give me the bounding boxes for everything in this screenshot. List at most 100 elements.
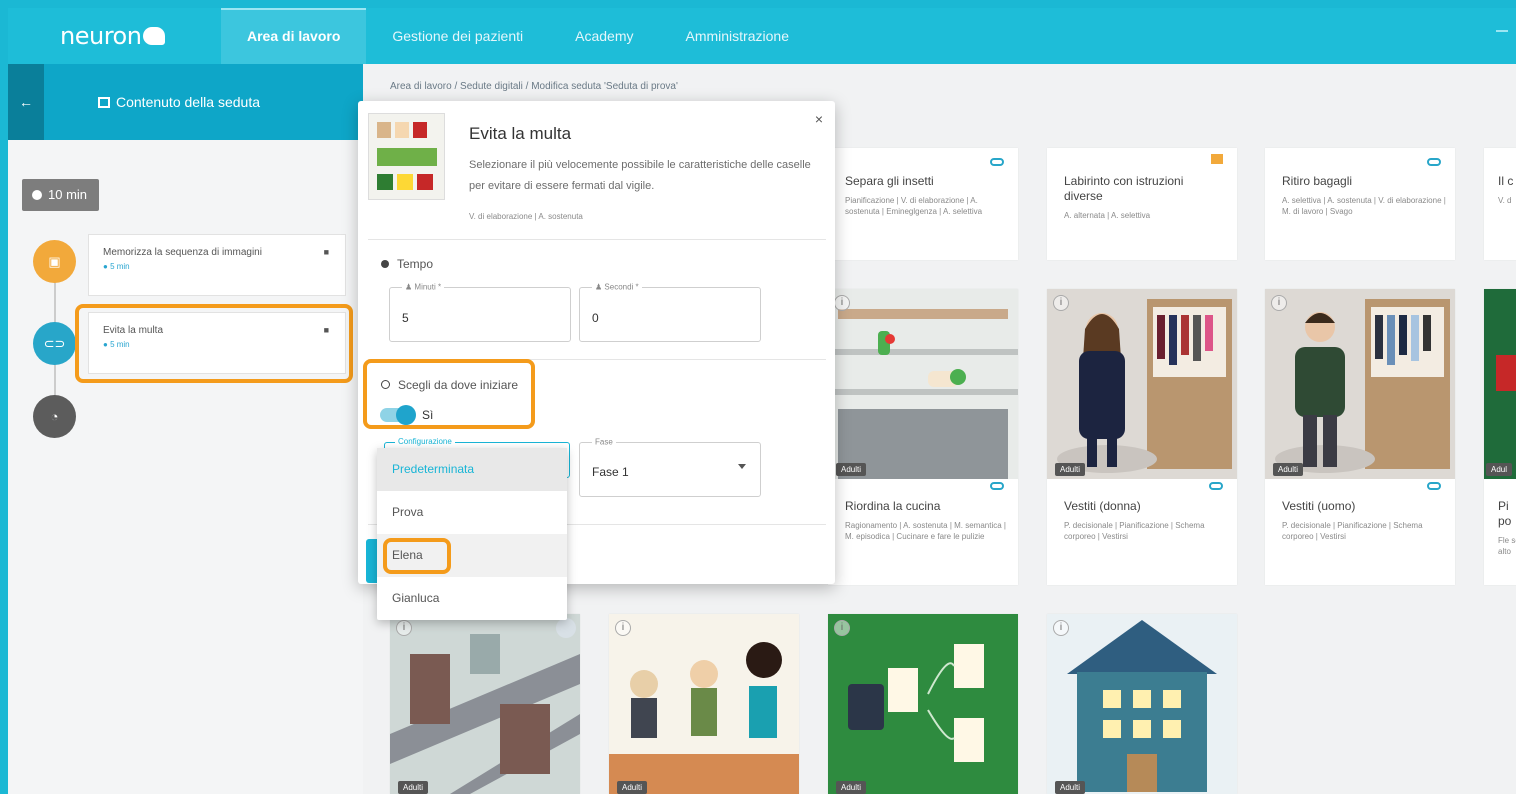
grid-icon <box>98 97 110 108</box>
info-icon[interactable]: i <box>834 295 850 311</box>
minutes-field[interactable]: ♟ Minuti * 5 <box>389 282 571 342</box>
exercise-tile[interactable]: Adul Pi po Fle sel alto <box>1484 289 1516 585</box>
gamepad-icon <box>990 482 1004 490</box>
option-prova[interactable]: Prova <box>377 491 567 534</box>
wardrobe-man-image <box>1265 289 1455 479</box>
age-badge: Adulti <box>1273 463 1304 476</box>
sidebar-header: ← Contenuto della seduta <box>8 64 363 140</box>
exercise-tags: V. d <box>1498 196 1512 205</box>
exercise-tile[interactable]: i Adulti <box>1047 614 1237 794</box>
modal-title: Evita la multa <box>469 124 572 143</box>
minutes-label-text: Minuti * <box>414 282 442 292</box>
phase-select[interactable]: Fase Fase 1 <box>579 437 761 497</box>
add-clock-icon[interactable]: ◔ <box>33 395 76 438</box>
nav-academy[interactable]: Academy <box>549 8 659 64</box>
highlight-selected-activity <box>75 304 353 383</box>
user-menu-icon[interactable] <box>1496 30 1508 32</box>
divider <box>368 239 826 240</box>
option-gianluca[interactable]: Gianluca <box>377 577 567 620</box>
exercise-tile[interactable]: i Adulti Riordina la cucina Ragionamento… <box>828 289 1018 585</box>
seconds-field[interactable]: ♟ Secondi * 0 <box>579 282 761 342</box>
activity-title: Memorizza la sequenza di immagini <box>103 247 262 258</box>
gamepad-icon: ⊂⊃ <box>33 322 76 365</box>
kitchen-image <box>828 289 1018 479</box>
exercise-tags: A. selettiva | A. sostenuta | V. di elab… <box>1282 196 1446 216</box>
activity-card[interactable]: Memorizza la sequenza di immagini ● 5 mi… <box>88 234 346 296</box>
modal-tags: V. di elaborazione | A. sostenuta <box>469 212 583 221</box>
clock-icon <box>32 190 42 200</box>
house-image <box>1047 614 1237 794</box>
highlight-elena-option <box>383 538 451 574</box>
calendar-icon: ▣ <box>33 240 76 283</box>
age-badge: Adul <box>1486 463 1513 476</box>
gamepad-icon <box>1427 158 1441 166</box>
activity-duration: ● 5 min <box>103 262 130 271</box>
cards-image <box>1484 289 1516 479</box>
nav-amministrazione[interactable]: Amministrazione <box>660 8 815 64</box>
exercise-tile[interactable]: Labirinto con istruzioni diverse A. alte… <box>1047 148 1237 260</box>
age-badge: Adulti <box>836 463 867 476</box>
info-icon[interactable]: i <box>396 620 412 636</box>
gamepad-icon <box>1209 482 1223 490</box>
close-icon[interactable]: × <box>815 111 823 127</box>
exercise-tags: Pianificazione | V. di elaborazione | A.… <box>845 196 983 216</box>
session-duration-badge: 10 min <box>22 179 99 211</box>
clock-icon <box>381 260 389 268</box>
seconds-value[interactable]: 0 <box>592 311 599 325</box>
exercise-tile[interactable]: Ritiro bagagli A. selettiva | A. sostenu… <box>1265 148 1455 260</box>
phase-label: Fase <box>592 437 616 447</box>
seconds-label: ♟ Secondi * <box>592 282 642 292</box>
wardrobe-woman-image <box>1047 289 1237 479</box>
info-icon[interactable]: i <box>1271 295 1287 311</box>
option-predeterminata[interactable]: Predeterminata <box>377 448 567 491</box>
age-badge: Adulti <box>398 781 429 794</box>
top-navbar: neuron Area di lavoro Gestione dei pazie… <box>8 8 1516 64</box>
exercise-title: Ritiro bagagli <box>1282 174 1353 188</box>
session-sidebar: ← Contenuto della seduta 10 min ▣ ⊂⊃ ◔ M… <box>8 64 363 794</box>
chevron-down-icon <box>738 464 746 469</box>
back-arrow-icon[interactable]: ← <box>8 64 44 140</box>
exercise-title: Vestiti (uomo) <box>1282 499 1356 513</box>
time-section-text: Tempo <box>397 257 434 271</box>
logo-text: neuron <box>60 22 142 50</box>
info-icon[interactable]: i <box>1053 620 1069 636</box>
exercise-tags: Ragionamento | A. sostenuta | M. semanti… <box>845 521 1006 541</box>
exercise-tile[interactable]: i Adulti Vestiti (uomo) P. decisionale |… <box>1265 289 1455 585</box>
breadcrumb: Area di lavoro / Sedute digitali / Modif… <box>390 81 678 92</box>
configuration-label: Configurazione <box>395 437 455 446</box>
age-badge: Adulti <box>1055 463 1086 476</box>
card-game-image <box>828 614 1018 794</box>
exercise-tile[interactable]: i Adulti Vestiti (donna) P. decisionale … <box>1047 289 1237 585</box>
exercise-tile[interactable]: i Adulti <box>390 614 580 794</box>
exercise-title: Il c <box>1498 174 1514 188</box>
exercise-title: Vestiti (donna) <box>1064 499 1141 513</box>
exercise-tags: A. alternata | A. selettiva <box>1064 211 1151 220</box>
age-badge: Adulti <box>1055 781 1086 794</box>
age-badge: Adulti <box>617 781 648 794</box>
neuron-logo[interactable]: neuron <box>60 22 166 50</box>
exercise-tags: P. decisionale | Pianificazione | Schema… <box>1064 521 1205 541</box>
nav-area-di-lavoro[interactable]: Area di lavoro <box>221 8 367 64</box>
seconds-label-text: Secondi * <box>604 282 639 292</box>
app-frame: neuron Area di lavoro Gestione dei pazie… <box>8 8 1516 794</box>
exercise-title: Labirinto con istruzioni diverse <box>1064 174 1184 203</box>
exercise-tile[interactable]: i Adulti <box>828 614 1018 794</box>
configuration-dropdown: Predeterminata Prova Elena Gianluca <box>377 448 567 620</box>
info-icon[interactable]: i <box>1053 295 1069 311</box>
exercise-tile[interactable]: Il c V. d <box>1484 148 1516 260</box>
trash-icon[interactable]: ■ <box>324 247 329 257</box>
exercise-tags: P. decisionale | Pianificazione | Schema… <box>1282 521 1423 541</box>
nav-gestione-pazienti[interactable]: Gestione dei pazienti <box>366 8 549 64</box>
exercise-title: Riordina la cucina <box>845 499 941 513</box>
phase-value: Fase 1 <box>592 465 629 479</box>
minutes-value[interactable]: 5 <box>402 311 409 325</box>
info-icon[interactable]: i <box>834 620 850 636</box>
info-icon[interactable]: i <box>615 620 631 636</box>
activity-thumbnail <box>368 113 445 200</box>
minutes-label: ♟ Minuti * <box>402 282 445 292</box>
duration-text: 10 min <box>48 187 88 202</box>
sidebar-title: Contenuto della seduta <box>98 94 260 110</box>
exercise-tile[interactable]: Separa gli insetti Pianificazione | V. d… <box>828 148 1018 260</box>
gamepad-icon <box>1427 482 1441 490</box>
exercise-tile[interactable]: i Adulti <box>609 614 799 794</box>
